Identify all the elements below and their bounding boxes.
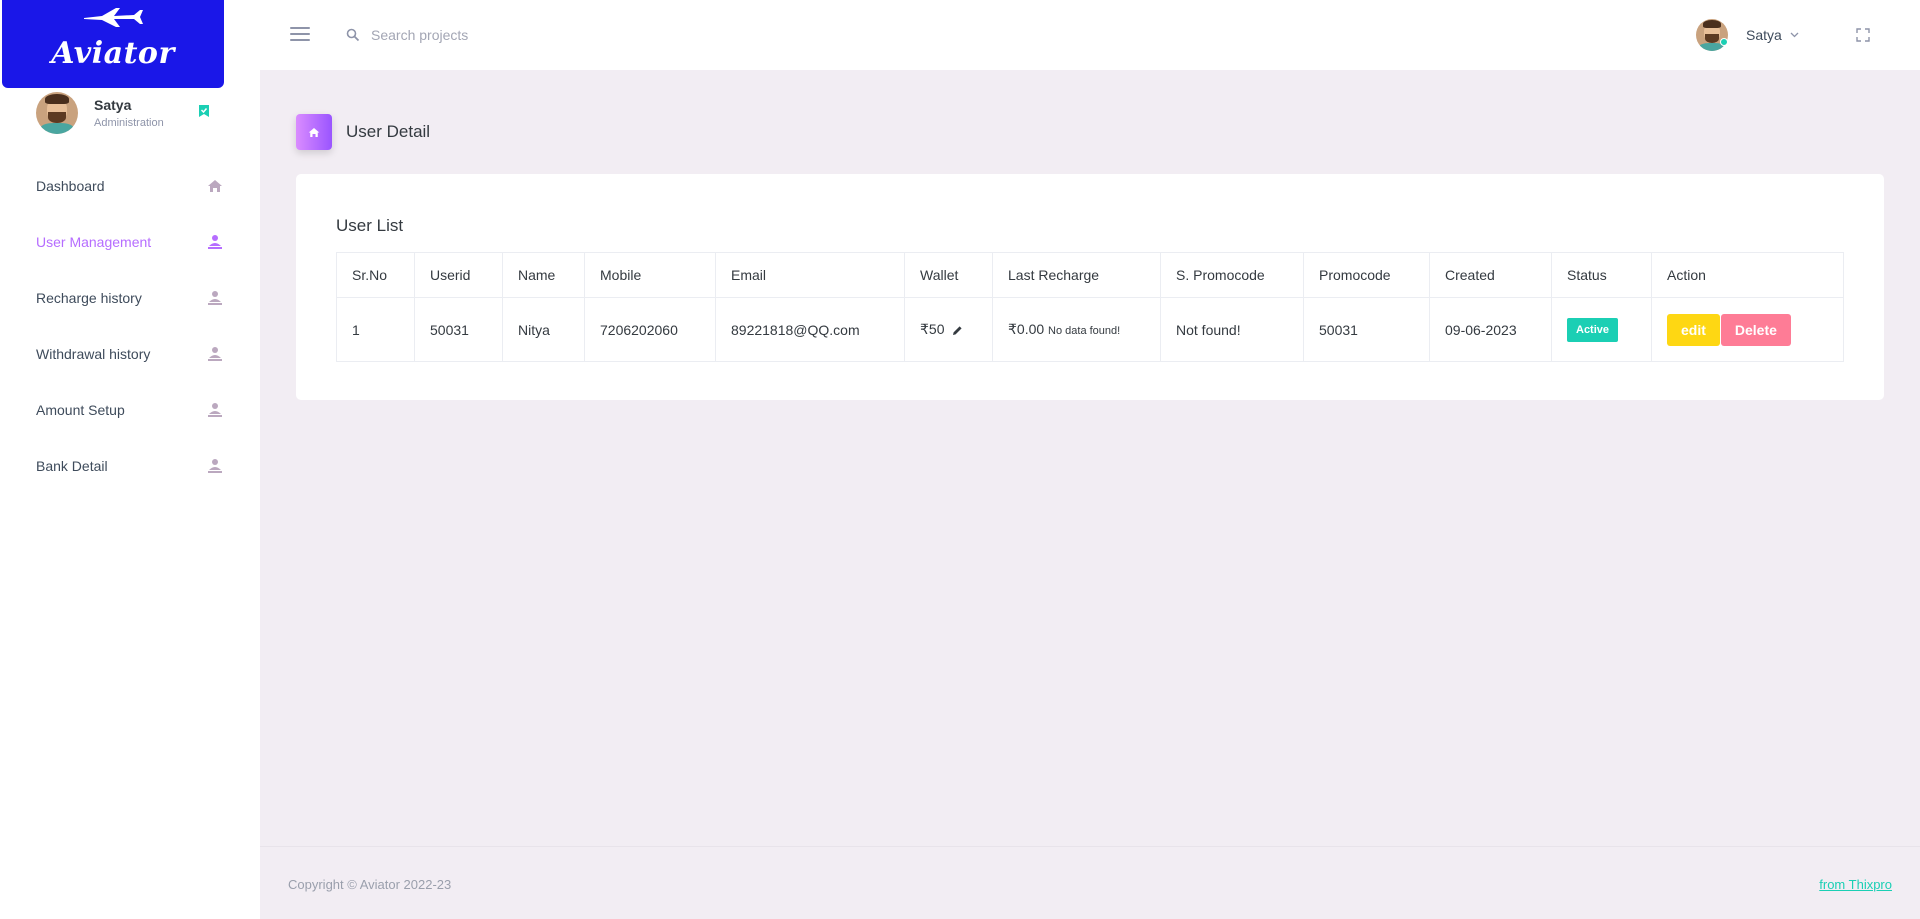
delete-button[interactable]: Delete: [1720, 313, 1791, 346]
cell-status: Active: [1551, 297, 1652, 362]
profile-name: Satya: [94, 97, 132, 113]
sidebar-profile[interactable]: Satya Administration: [36, 90, 226, 136]
user-menu-name: Satya: [1746, 27, 1782, 43]
sidebar-item-label: Recharge history: [36, 290, 142, 306]
column-header: Created: [1429, 252, 1552, 298]
sidebar-item-label: Dashboard: [36, 178, 105, 194]
column-header: Status: [1551, 252, 1652, 298]
sidebar-item-label: Amount Setup: [36, 402, 125, 418]
column-header: Email: [715, 252, 905, 298]
cell-email: 89221818@QQ.com: [715, 297, 905, 362]
topbar: Satya: [260, 0, 1920, 70]
page-header: User Detail: [296, 114, 430, 150]
table-row: 1 50031 Nitya 7206202060 89221818@QQ.com…: [336, 297, 1844, 362]
online-status-dot: [1720, 38, 1728, 46]
page-title: User Detail: [346, 122, 431, 141]
last-recharge-note: No data found!: [1048, 325, 1121, 337]
cell-created: 09-06-2023: [1429, 297, 1552, 362]
search-icon: [346, 28, 360, 42]
cell-last-recharge: ₹0.00 No data found!: [992, 297, 1161, 362]
sidebar-item-label: User Management: [36, 234, 152, 250]
user-icon: [208, 235, 222, 249]
search-input[interactable]: [371, 22, 671, 48]
avatar: [1696, 19, 1728, 51]
sidebar-item-label: Withdrawal history: [36, 346, 151, 362]
user-menu[interactable]: Satya: [1696, 18, 1799, 52]
airplane-icon: [84, 8, 143, 27]
cell-action: edit Delete: [1651, 297, 1844, 362]
column-header: Action: [1651, 252, 1844, 298]
column-header: Wallet: [904, 252, 993, 298]
column-header: Userid: [414, 252, 503, 298]
user-table: Sr.No Userid Name Mobile Email Wallet La…: [336, 252, 1844, 362]
user-list-card: User List Sr.No Userid Name Mobile Email…: [296, 174, 1884, 400]
cell-s-promocode: Not found!: [1160, 297, 1304, 362]
cell-sr-no: 1: [336, 297, 415, 362]
last-recharge-amount: ₹0.00: [1008, 321, 1045, 337]
status-badge: Active: [1567, 317, 1619, 342]
column-header: Mobile: [584, 252, 716, 298]
user-icon: [208, 403, 222, 417]
sidebar-item-amount-setup[interactable]: Amount Setup: [0, 382, 260, 438]
sidebar-nav: Dashboard User Management Recharge histo…: [0, 158, 260, 494]
menu-toggle-icon[interactable]: [290, 27, 310, 43]
chevron-down-icon: [1790, 32, 1799, 38]
sidebar-item-withdrawal-history[interactable]: Withdrawal history: [0, 326, 260, 382]
cell-userid: 50031: [414, 297, 503, 362]
cell-wallet: ₹50: [904, 297, 993, 362]
brand-name: Aviator: [51, 35, 175, 71]
home-icon: [296, 114, 332, 150]
credit-link[interactable]: from Thixpro: [1819, 877, 1892, 892]
sidebar-item-bank-detail[interactable]: Bank Detail: [0, 438, 260, 494]
sidebar: Aviator Satya Administration Dashboard U…: [0, 0, 260, 919]
column-header: Sr.No: [336, 252, 415, 298]
column-header: Promocode: [1303, 252, 1430, 298]
sidebar-item-dashboard[interactable]: Dashboard: [0, 158, 260, 214]
column-header: Last Recharge: [992, 252, 1161, 298]
home-icon: [208, 180, 222, 192]
cell-name: Nitya: [502, 297, 585, 362]
user-icon: [208, 347, 222, 361]
cell-promocode: 50031: [1303, 297, 1430, 362]
sidebar-item-label: Bank Detail: [36, 458, 108, 474]
table-header-row: Sr.No Userid Name Mobile Email Wallet La…: [336, 252, 1844, 298]
column-header: S. Promocode: [1160, 252, 1304, 298]
cell-mobile: 7206202060: [584, 297, 716, 362]
brand-logo[interactable]: Aviator: [2, 0, 224, 88]
bookmark-check-icon: [199, 105, 209, 117]
sidebar-item-user-management[interactable]: User Management: [0, 214, 260, 270]
profile-role: Administration: [94, 117, 164, 129]
pencil-icon[interactable]: [952, 325, 963, 336]
user-icon: [208, 291, 222, 305]
column-header: Name: [502, 252, 585, 298]
copyright-text: Copyright © Aviator 2022-23: [288, 877, 452, 892]
wallet-amount: ₹50: [920, 321, 945, 337]
sidebar-item-recharge-history[interactable]: Recharge history: [0, 270, 260, 326]
card-title: User List: [336, 216, 404, 235]
user-icon: [208, 459, 222, 473]
fullscreen-icon[interactable]: [1856, 28, 1870, 42]
footer: Copyright © Aviator 2022-23 from Thixpro: [260, 846, 1920, 919]
avatar: [36, 92, 78, 134]
edit-button[interactable]: edit: [1667, 313, 1720, 346]
